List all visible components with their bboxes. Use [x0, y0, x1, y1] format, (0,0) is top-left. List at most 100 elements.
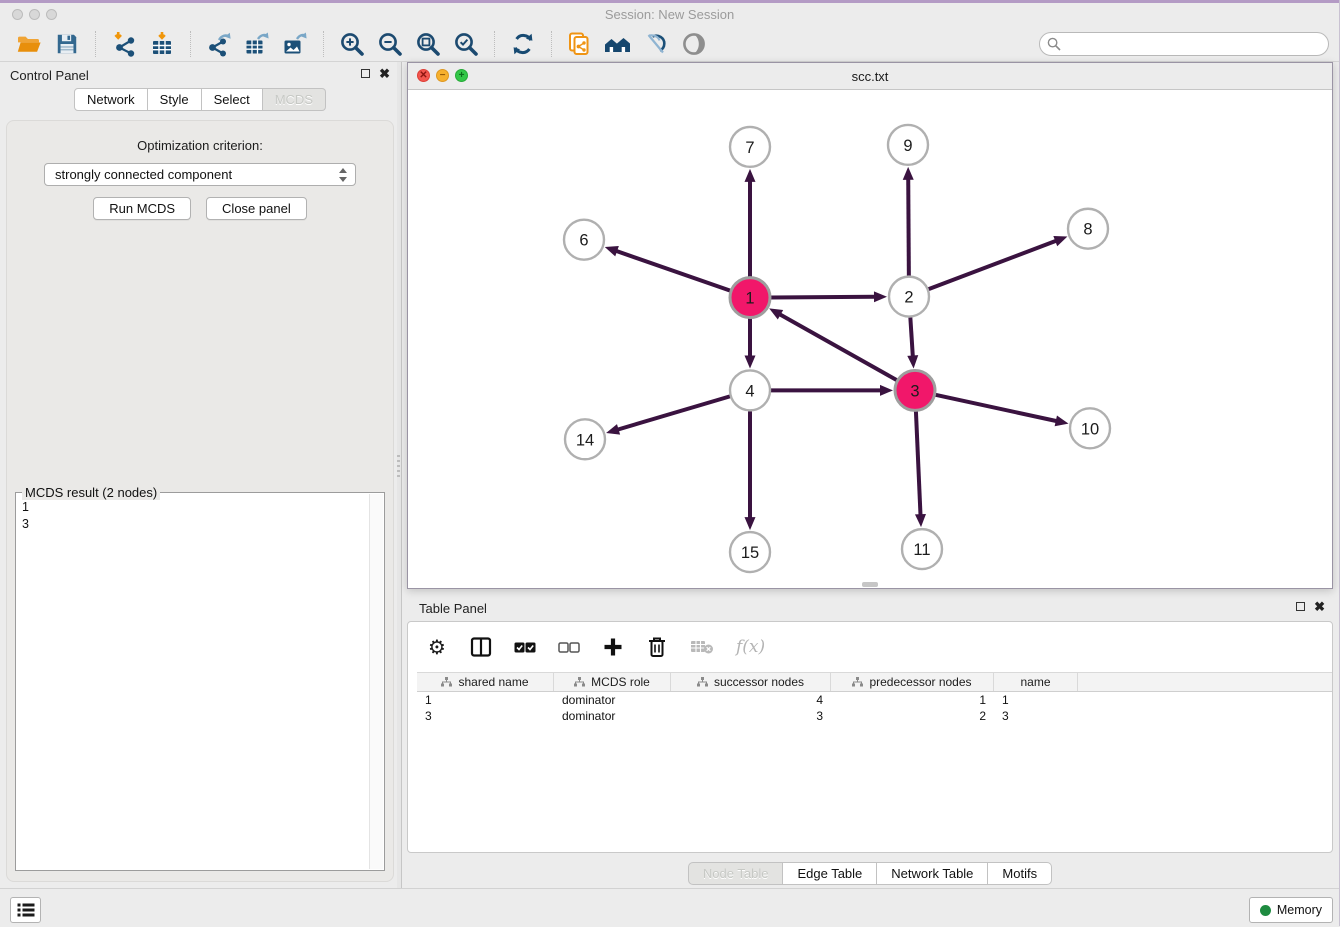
export-network-icon[interactable] — [204, 29, 234, 59]
import-table-icon[interactable] — [147, 29, 177, 59]
network-canvas[interactable]: 7 9 6 8 1 2 4 3 14 10 15 11 — [408, 89, 1332, 588]
tab-network-table[interactable]: Network Table — [877, 862, 988, 885]
float-panel-icon[interactable] — [361, 69, 370, 78]
column-header-MCDS-role[interactable]: MCDS role — [554, 673, 671, 691]
cell-shared-name[interactable]: 3 — [417, 708, 554, 724]
node-4[interactable]: 4 — [730, 370, 770, 410]
table-row[interactable]: 3dominator323 — [417, 708, 1332, 724]
refresh-icon[interactable] — [508, 29, 538, 59]
cell-successor-nodes[interactable]: 4 — [671, 692, 831, 708]
edge-4-3[interactable] — [771, 385, 893, 396]
node-3-selected[interactable]: 3 — [895, 370, 935, 410]
task-history-button[interactable] — [10, 897, 41, 923]
show-all-icon[interactable] — [679, 29, 709, 59]
settings-gear-icon[interactable]: ⚙ — [426, 635, 448, 659]
node-8[interactable]: 8 — [1068, 209, 1108, 249]
cell-shared-name[interactable]: 1 — [417, 692, 554, 708]
edge-1-2[interactable] — [771, 291, 887, 302]
node-label: 11 — [913, 541, 930, 559]
export-image-icon[interactable] — [280, 29, 310, 59]
close-panel-icon[interactable]: ✖ — [379, 68, 390, 79]
add-column-icon[interactable] — [602, 635, 624, 659]
memory-button[interactable]: Memory — [1249, 897, 1333, 923]
delete-entry-icon[interactable] — [646, 635, 668, 659]
run-mcds-button[interactable]: Run MCDS — [93, 197, 191, 220]
tab-edge-table[interactable]: Edge Table — [783, 862, 877, 885]
node-label: 6 — [579, 232, 588, 250]
table-toolbar: ⚙ f(x) — [408, 622, 1332, 672]
table-row[interactable]: 1dominator411 — [417, 692, 1332, 708]
table-panel: Table Panel ✖ ⚙ — [407, 595, 1333, 888]
node-1-selected[interactable]: 1 — [730, 278, 770, 318]
export-table-icon[interactable] — [242, 29, 272, 59]
network-frame-titlebar[interactable]: ✕ − + scc.txt — [408, 63, 1332, 90]
edge-4-15[interactable] — [745, 411, 756, 530]
close-panel-button[interactable]: Close panel — [206, 197, 307, 220]
tab-style[interactable]: Style — [148, 88, 202, 111]
cell-name[interactable]: 3 — [994, 708, 1078, 724]
node-11[interactable]: 11 — [902, 529, 942, 569]
mcds-result-text[interactable]: 1 3 — [16, 497, 369, 870]
node-10[interactable]: 10 — [1070, 408, 1110, 448]
criterion-select-value: strongly connected component — [55, 167, 232, 182]
column-header-name[interactable]: name — [994, 673, 1078, 691]
cell-successor-nodes[interactable]: 3 — [671, 708, 831, 724]
edge-3-11[interactable] — [915, 411, 926, 527]
cell-MCDS-role[interactable]: dominator — [554, 692, 671, 708]
tab-network[interactable]: Network — [74, 88, 148, 111]
edge-3-1[interactable] — [769, 308, 897, 380]
horizontal-scrollbar-thumb[interactable] — [862, 582, 878, 587]
float-panel-icon[interactable] — [1296, 602, 1305, 611]
hide-selected-icon[interactable] — [641, 29, 671, 59]
deselect-all-icon[interactable] — [558, 635, 580, 659]
tab-mcds[interactable]: MCDS — [263, 88, 326, 111]
criterion-select[interactable]: strongly connected component — [44, 163, 356, 186]
edge-4-14[interactable] — [606, 396, 730, 434]
zoom-out-icon[interactable] — [375, 29, 405, 59]
edge-3-10[interactable] — [936, 395, 1069, 426]
tab-node-table[interactable]: Node Table — [688, 862, 784, 885]
cell-name[interactable]: 1 — [994, 692, 1078, 708]
first-neighbors-icon[interactable] — [603, 29, 633, 59]
edge-1-6[interactable] — [605, 246, 730, 291]
cell-MCDS-role[interactable]: dominator — [554, 708, 671, 724]
edge-2-9[interactable] — [903, 167, 914, 276]
edge-1-4[interactable] — [745, 319, 756, 369]
node-9[interactable]: 9 — [888, 125, 928, 165]
edge-1-7[interactable] — [745, 169, 756, 277]
toolbar-separator — [190, 31, 191, 57]
save-session-icon[interactable] — [52, 29, 82, 59]
toggle-panel-icon[interactable] — [470, 635, 492, 659]
scrollbar-track[interactable] — [369, 494, 383, 869]
cell-predecessor-nodes[interactable]: 1 — [831, 692, 994, 708]
node-2[interactable]: 2 — [889, 277, 929, 317]
tab-select[interactable]: Select — [202, 88, 263, 111]
node-15[interactable]: 15 — [730, 532, 770, 572]
zoom-selected-icon[interactable] — [451, 29, 481, 59]
column-header-predecessor-nodes[interactable]: predecessor nodes — [831, 673, 994, 691]
node-label: 8 — [1083, 221, 1092, 239]
column-header-successor-nodes[interactable]: successor nodes — [671, 673, 831, 691]
tab-motifs[interactable]: Motifs — [988, 862, 1052, 885]
clone-network-icon[interactable] — [565, 29, 595, 59]
open-file-icon[interactable] — [14, 29, 44, 59]
network-frame-title: scc.txt — [408, 69, 1332, 84]
search-input[interactable] — [1039, 32, 1329, 56]
select-all-icon[interactable] — [514, 635, 536, 659]
edge-2-3[interactable] — [907, 317, 918, 368]
column-header-shared-name[interactable]: shared name — [417, 673, 554, 691]
window-title: Session: New Session — [0, 7, 1339, 22]
zoom-fit-icon[interactable] — [413, 29, 443, 59]
status-bar: Memory — [0, 888, 1339, 927]
node-7[interactable]: 7 — [730, 127, 770, 167]
column-label: successor nodes — [714, 675, 804, 689]
cell-predecessor-nodes[interactable]: 2 — [831, 708, 994, 724]
close-panel-icon[interactable]: ✖ — [1314, 601, 1325, 612]
node-14[interactable]: 14 — [565, 419, 605, 459]
node-6[interactable]: 6 — [564, 220, 604, 260]
edge-2-8[interactable] — [929, 236, 1068, 289]
panel-splitter[interactable] — [397, 62, 402, 888]
import-network-icon[interactable] — [109, 29, 139, 59]
node-label: 3 — [910, 382, 919, 400]
zoom-in-icon[interactable] — [337, 29, 367, 59]
